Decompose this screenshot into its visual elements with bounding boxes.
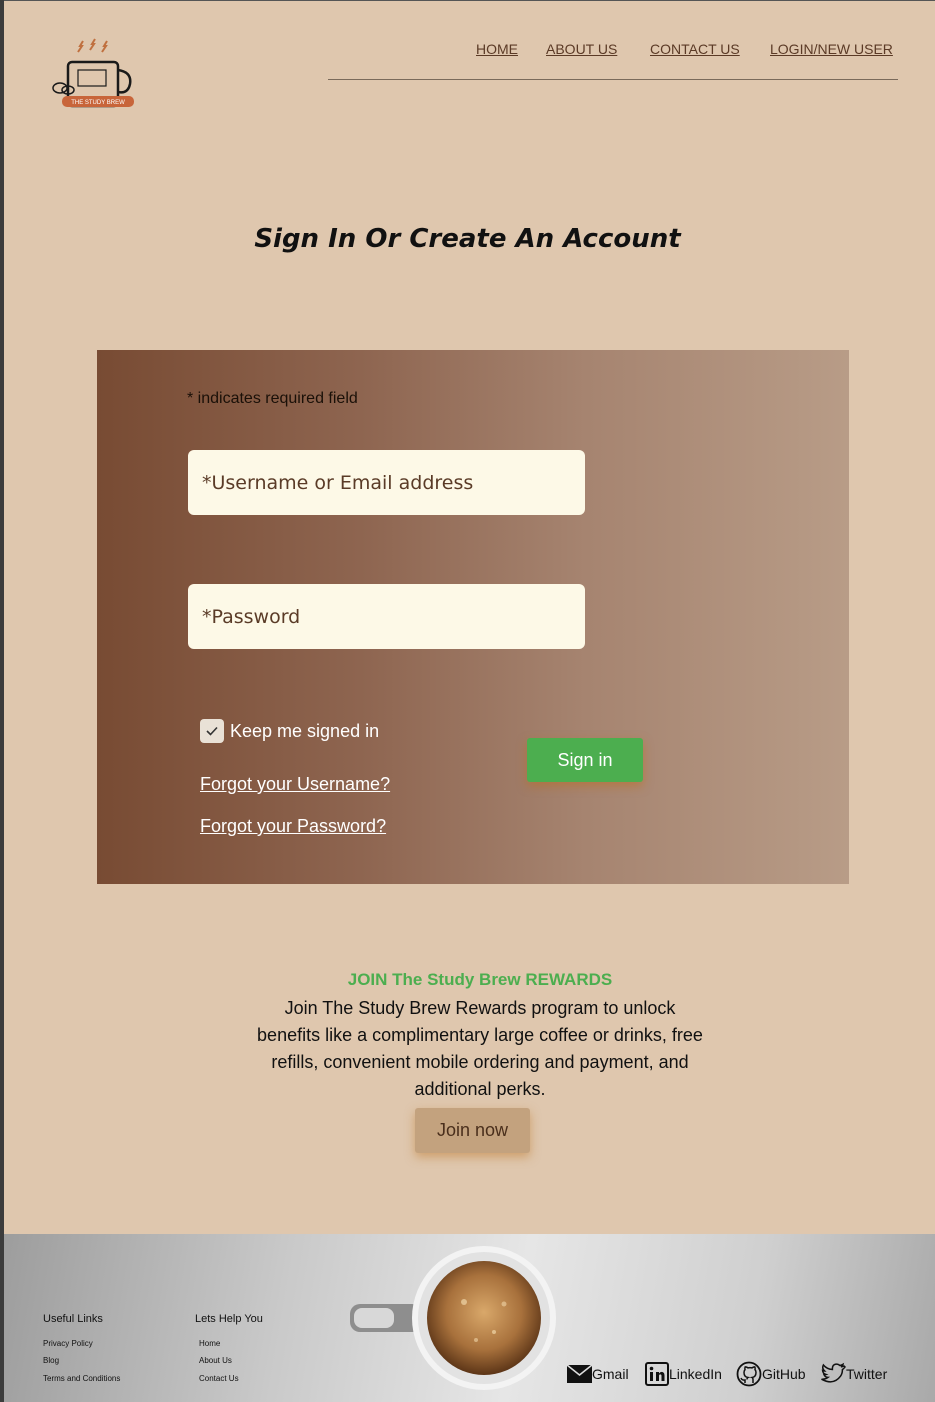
mail-icon [567, 1365, 592, 1383]
twitter-link[interactable]: Twitter [820, 1361, 887, 1387]
nav-about-link[interactable]: ABOUT US [546, 41, 617, 57]
keep-signed-in-row[interactable]: Keep me signed in [200, 719, 379, 743]
password-input[interactable] [188, 584, 585, 649]
github-label: GitHub [762, 1366, 806, 1382]
linkedin-icon [645, 1362, 669, 1386]
page-title: Sign In Or Create An Account [254, 224, 681, 254]
gmail-link[interactable]: Gmail [567, 1361, 629, 1387]
logo-text: THE STUDY BREW [71, 100, 125, 106]
required-field-note: * indicates required field [187, 390, 358, 407]
footer-contact-link[interactable]: Contact Us [199, 1374, 239, 1383]
github-link[interactable]: GitHub [736, 1361, 806, 1387]
coffee-cup-photo [350, 1246, 556, 1390]
linkedin-link[interactable]: LinkedIn [645, 1361, 722, 1387]
footer-home-link[interactable]: Home [199, 1339, 220, 1348]
username-input[interactable] [188, 450, 585, 515]
footer-blog-link[interactable]: Blog [43, 1356, 59, 1365]
forgot-password-link[interactable]: Forgot your Password? [200, 816, 386, 837]
forgot-username-link[interactable]: Forgot your Username? [200, 774, 390, 795]
nav-divider [328, 79, 898, 80]
footer-privacy-link[interactable]: Privacy Policy [43, 1339, 93, 1348]
signin-panel: * indicates required field Keep me signe… [97, 350, 849, 884]
window-top-border [0, 0, 935, 1]
rewards-description: Join The Study Brew Rewards program to u… [257, 998, 703, 1099]
twitter-label: Twitter [846, 1366, 888, 1382]
nav-login-link[interactable]: LOGIN/NEW USER [770, 41, 893, 57]
nav-home-link[interactable]: HOME [476, 41, 518, 57]
footer-terms-link[interactable]: Terms and Conditions [43, 1374, 120, 1383]
footer-about-link[interactable]: About Us [199, 1356, 232, 1365]
nav-contact-link[interactable]: CONTACT US [650, 41, 740, 57]
check-icon [206, 726, 218, 736]
help-heading: Lets Help You [195, 1313, 263, 1325]
window-left-border [0, 0, 4, 1402]
useful-links-heading: Useful Links [43, 1313, 103, 1325]
github-icon [736, 1361, 762, 1387]
signin-button[interactable]: Sign in [527, 738, 643, 782]
keep-signed-in-label: Keep me signed in [230, 720, 380, 741]
keep-signed-in-checkbox[interactable] [200, 719, 224, 743]
rewards-heading: JOIN The Study Brew REWARDS [347, 970, 613, 989]
twitter-icon [821, 1362, 846, 1383]
top-navigation: HOME ABOUT US CONTACT US LOGIN/NEW USER [0, 41, 935, 61]
join-now-button[interactable]: Join now [415, 1108, 530, 1153]
linkedin-label: LinkedIn [669, 1366, 722, 1382]
gmail-label: Gmail [592, 1366, 629, 1382]
